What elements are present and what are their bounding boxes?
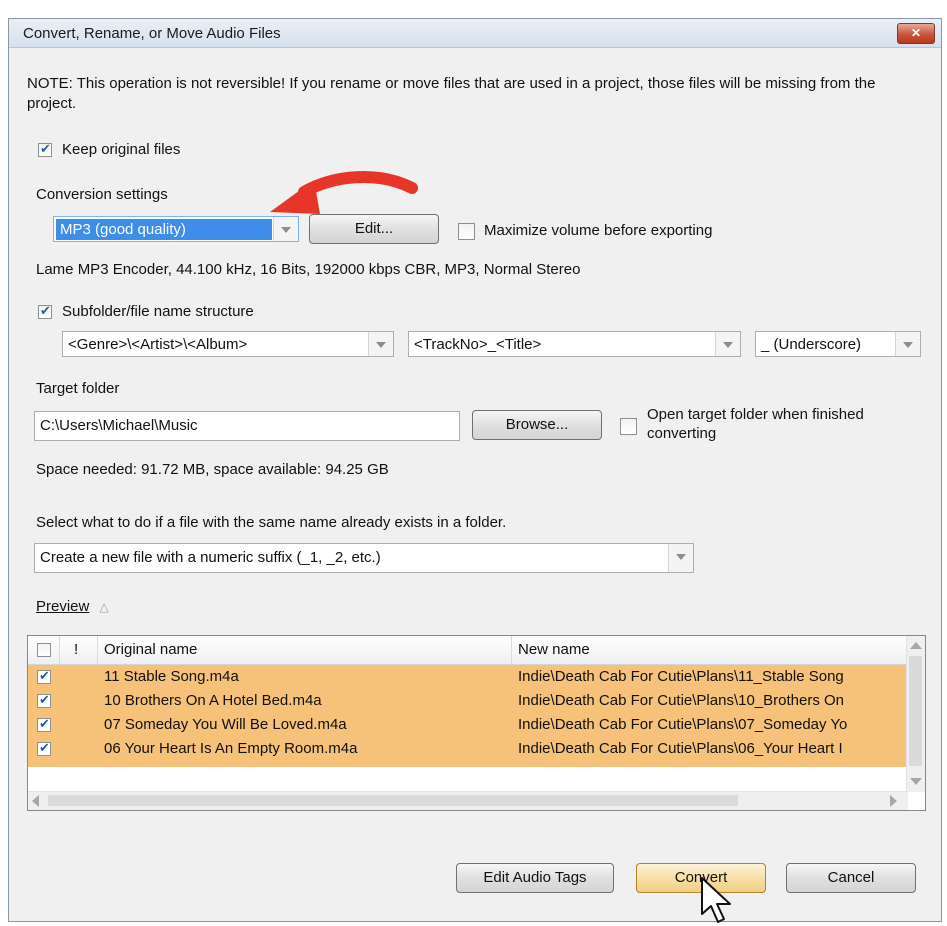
table-row[interactable]: 11 Stable Song.m4a Indie\Death Cab For Cu… [28, 665, 908, 689]
encoder-info: Lame MP3 Encoder, 44.100 kHz, 16 Bits, 1… [36, 261, 581, 278]
mouse-cursor-icon [701, 877, 731, 923]
note-text: NOTE: This operation is not reversible! … [27, 75, 876, 112]
existing-file-dropdown[interactable]: Create a new file with a numeric suffix … [34, 543, 694, 573]
table-row[interactable]: 07 Someday You Will Be Loved.m4a Indie\De… [28, 713, 908, 737]
space-info: Space needed: 91.72 MB, space available:… [36, 461, 389, 478]
row-checkbox[interactable] [37, 692, 51, 708]
scroll-up-icon[interactable] [910, 642, 922, 649]
original-name-cell: 06 Your Heart Is An Empty Room.m4a [104, 740, 358, 757]
open-target-folder-label-line2: converting [647, 425, 717, 442]
select-all-checkbox[interactable] [37, 643, 51, 657]
subfolder-structure-label: Subfolder/file name structure [62, 303, 254, 320]
chevron-down-icon[interactable] [368, 332, 393, 356]
separator-value: _ (Underscore) [761, 336, 862, 353]
title-bar[interactable]: Convert, Rename, or Move Audio Files ✕ [9, 19, 941, 48]
original-name-cell: 11 Stable Song.m4a [104, 668, 239, 685]
chevron-down-icon[interactable] [895, 332, 920, 356]
scroll-down-icon[interactable] [910, 778, 922, 785]
separator-dropdown[interactable]: _ (Underscore) [755, 331, 921, 357]
row-checkbox[interactable] [37, 716, 51, 732]
vertical-scrollbar[interactable] [906, 636, 925, 792]
conversion-preset-value: MP3 (good quality) [56, 219, 272, 240]
table-row[interactable]: 06 Your Heart Is An Empty Room.m4a Indie\… [28, 737, 908, 761]
target-folder-path: C:\Users\Michael\Music [40, 417, 198, 434]
target-folder-input[interactable]: C:\Users\Michael\Music [34, 411, 460, 441]
original-name-cell: 07 Someday You Will Be Loved.m4a [104, 716, 347, 733]
new-name-cell: Indie\Death Cab For Cutie\Plans\06_Your … [518, 740, 843, 757]
preview-label: Preview [36, 598, 90, 615]
original-name-cell: 10 Brothers On A Hotel Bed.m4a [104, 692, 322, 709]
horizontal-scroll-thumb[interactable] [48, 795, 738, 806]
open-target-folder-label-line1: Open target folder when finished [647, 406, 864, 423]
edit-audio-tags-button[interactable]: Edit Audio Tags [456, 863, 614, 893]
close-icon: ✕ [910, 26, 922, 40]
table-row-partial[interactable] [28, 761, 908, 767]
horizontal-scrollbar[interactable] [28, 791, 908, 810]
open-target-folder-checkbox[interactable] [620, 418, 637, 435]
new-name-cell: Indie\Death Cab For Cutie\Plans\07_Somed… [518, 716, 848, 733]
header-original-name[interactable]: Original name [98, 636, 512, 664]
keep-original-label: Keep original files [62, 141, 181, 158]
file-pattern-dropdown[interactable]: <TrackNo>_<Title> [408, 331, 741, 357]
preview-toggle[interactable]: Preview △ [36, 598, 109, 615]
preview-grid: ! Original name New name 11 Stable Song.… [27, 635, 926, 811]
close-button[interactable]: ✕ [897, 23, 935, 44]
folder-pattern-value: <Genre>\<Artist>\<Album> [68, 336, 248, 353]
open-target-folder-label: Open target folder when finished convert… [647, 405, 864, 443]
existing-file-value: Create a new file with a numeric suffix … [40, 549, 381, 566]
conversion-settings-heading: Conversion settings [36, 186, 168, 203]
new-name-cell: Indie\Death Cab For Cutie\Plans\11_Stabl… [518, 668, 844, 685]
file-pattern-value: <TrackNo>_<Title> [414, 336, 542, 353]
chevron-down-icon[interactable] [668, 544, 693, 572]
cancel-button[interactable]: Cancel [786, 863, 916, 893]
maximize-volume-label: Maximize volume before exporting [484, 222, 713, 239]
maximize-volume-checkbox[interactable] [458, 223, 475, 240]
vertical-scroll-thumb[interactable] [909, 656, 922, 766]
chevron-down-icon[interactable] [715, 332, 740, 356]
grid-header: ! Original name New name [28, 636, 908, 665]
subfolder-structure-checkbox[interactable] [38, 303, 52, 319]
row-checkbox[interactable] [37, 740, 51, 756]
scroll-right-icon[interactable] [890, 795, 897, 807]
table-row[interactable]: 10 Brothers On A Hotel Bed.m4a Indie\Deat… [28, 689, 908, 713]
annotation-arrow-icon [270, 171, 418, 214]
existing-file-heading: Select what to do if a file with the sam… [36, 514, 507, 531]
header-check-col[interactable] [28, 636, 60, 664]
new-name-cell: Indie\Death Cab For Cutie\Plans\10_Broth… [518, 692, 845, 709]
header-flag-col[interactable]: ! [60, 636, 98, 664]
keep-original-checkbox[interactable] [38, 141, 52, 157]
header-new-name[interactable]: New name [512, 636, 908, 664]
row-checkbox[interactable] [37, 668, 51, 684]
scroll-left-icon[interactable] [32, 795, 39, 807]
target-folder-heading: Target folder [36, 380, 120, 397]
browse-button[interactable]: Browse... [472, 410, 602, 440]
window-title: Convert, Rename, or Move Audio Files [23, 25, 281, 42]
folder-pattern-dropdown[interactable]: <Genre>\<Artist>\<Album> [62, 331, 394, 357]
collapse-arrow-icon: △ [99, 600, 109, 614]
